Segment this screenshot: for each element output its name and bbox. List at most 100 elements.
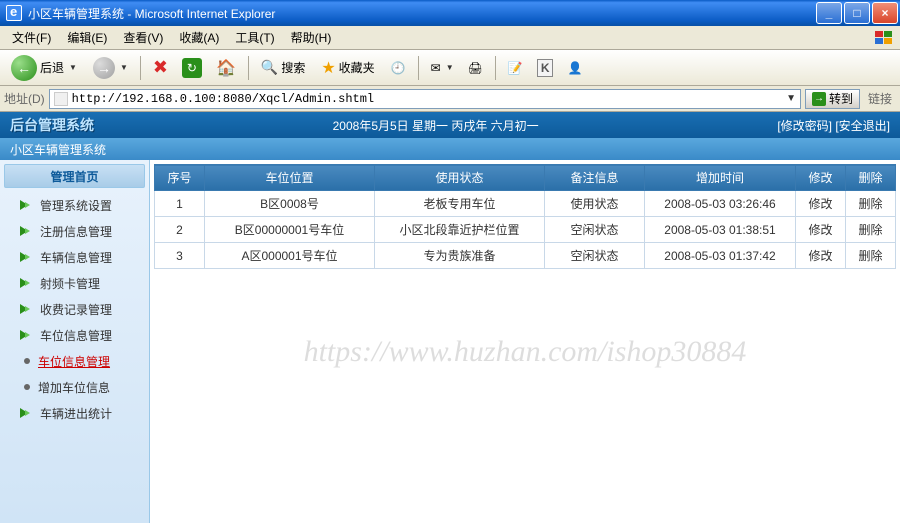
- address-label: 地址(D): [4, 90, 45, 107]
- search-button[interactable]: 🔍 搜索: [256, 54, 312, 82]
- cell-status: 专为贵族准备: [375, 243, 545, 269]
- app-header: 后台管理系统 2008年5月5日 星期一 丙戌年 六月初一 [修改密码] [安全…: [0, 112, 900, 138]
- mail-button[interactable]: ✉▼: [426, 54, 459, 82]
- cell-addtime: 2008-05-03 03:26:46: [645, 191, 796, 217]
- address-bar: 地址(D) ▼ → 转到 链接: [0, 86, 900, 112]
- nav-home[interactable]: 管理首页: [4, 164, 145, 188]
- edit-link[interactable]: 修改: [796, 217, 846, 243]
- delete-link[interactable]: 删除: [846, 243, 896, 269]
- menu-favorites[interactable]: 收藏(A): [171, 26, 227, 49]
- delete-link[interactable]: 删除: [846, 191, 896, 217]
- page-icon: [54, 92, 68, 106]
- messenger-button[interactable]: 👤: [562, 54, 587, 82]
- edit-button[interactable]: 📝: [503, 54, 528, 82]
- nav-rfid-card[interactable]: 射频卡管理: [0, 270, 149, 296]
- col-delete: 删除: [846, 165, 896, 191]
- discuss-button[interactable]: K: [532, 54, 559, 82]
- col-note: 备注信息: [545, 165, 645, 191]
- messenger-icon: 👤: [567, 61, 582, 75]
- app-logo: 后台管理系统: [10, 115, 94, 135]
- favorites-button[interactable]: ★ 收藏夹: [316, 54, 381, 82]
- mail-icon: ✉: [431, 61, 441, 75]
- maximize-button[interactable]: □: [844, 2, 870, 24]
- app-header-links: [修改密码] [安全退出]: [777, 117, 890, 134]
- cell-location: B区00000001号车位: [205, 217, 375, 243]
- back-icon: ←: [11, 55, 37, 81]
- cell-note: 使用状态: [545, 191, 645, 217]
- cell-note: 空闲状态: [545, 243, 645, 269]
- links-label[interactable]: 链接: [864, 90, 896, 107]
- nav-vehicle-inout-stats[interactable]: 车辆进出统计: [0, 400, 149, 426]
- address-box[interactable]: ▼: [49, 89, 801, 109]
- nav-add-parking[interactable]: 增加车位信息: [0, 374, 149, 400]
- menu-help[interactable]: 帮助(H): [283, 26, 340, 49]
- print-button[interactable]: 🖨: [463, 54, 488, 82]
- cell-addtime: 2008-05-03 01:37:42: [645, 243, 796, 269]
- star-icon: ★: [321, 58, 335, 78]
- table-row: 3A区000001号车位专为贵族准备空闲状态2008-05-03 01:37:4…: [155, 243, 896, 269]
- col-seq: 序号: [155, 165, 205, 191]
- window-titlebar: 小区车辆管理系统 - Microsoft Internet Explorer _…: [0, 0, 900, 26]
- bullet-icon: [24, 358, 30, 364]
- window-controls: _ □ ×: [816, 0, 900, 26]
- edit-link[interactable]: 修改: [796, 243, 846, 269]
- change-password-link[interactable]: [修改密码]: [777, 119, 832, 133]
- forward-button[interactable]: → ▼: [88, 54, 133, 82]
- go-label: 转到: [829, 90, 853, 107]
- nav-system-settings[interactable]: 管理系统设置: [0, 192, 149, 218]
- app-subtitle: 小区车辆管理系统: [10, 141, 106, 158]
- toolbar-separator: [248, 56, 249, 80]
- refresh-button[interactable]: ↻: [177, 54, 207, 82]
- safe-exit-link[interactable]: [安全退出]: [835, 119, 890, 133]
- cell-location: B区0008号: [205, 191, 375, 217]
- cell-seq: 1: [155, 191, 205, 217]
- arrow-icon: [20, 200, 34, 210]
- history-icon: 🕘: [391, 61, 406, 75]
- close-button[interactable]: ×: [872, 2, 898, 24]
- nav-register-info[interactable]: 注册信息管理: [0, 218, 149, 244]
- menu-tools[interactable]: 工具(T): [227, 26, 282, 49]
- forward-icon: →: [93, 57, 115, 79]
- discuss-icon: K: [537, 59, 554, 77]
- arrow-icon: [20, 278, 34, 288]
- toolbar-separator: [140, 56, 141, 80]
- cell-status: 小区北段靠近护栏位置: [375, 217, 545, 243]
- search-label: 搜索: [281, 59, 305, 76]
- arrow-icon: [20, 408, 34, 418]
- app-date: 2008年5月5日 星期一 丙戌年 六月初一: [94, 117, 777, 134]
- ie-icon: [6, 5, 22, 21]
- nav-parking-info[interactable]: 车位信息管理: [0, 322, 149, 348]
- sidebar: 管理首页 管理系统设置 注册信息管理 车辆信息管理 射频卡管理 收费记录管理 车…: [0, 160, 150, 523]
- minimize-button[interactable]: _: [816, 2, 842, 24]
- back-button[interactable]: ← 后退 ▼: [6, 54, 84, 82]
- app-subheader: 小区车辆管理系统: [0, 138, 900, 160]
- arrow-icon: [20, 226, 34, 236]
- nav-vehicle-info[interactable]: 车辆信息管理: [0, 244, 149, 270]
- nav-parking-info-manage[interactable]: 车位信息管理: [0, 348, 149, 374]
- delete-link[interactable]: 删除: [846, 217, 896, 243]
- stop-button[interactable]: ✖: [148, 54, 173, 82]
- col-edit: 修改: [796, 165, 846, 191]
- page-content: 后台管理系统 2008年5月5日 星期一 丙戌年 六月初一 [修改密码] [安全…: [0, 112, 900, 523]
- search-icon: 🔍: [261, 59, 278, 76]
- favorites-label: 收藏夹: [339, 59, 375, 76]
- edit-icon: 📝: [508, 61, 523, 75]
- stop-icon: ✖: [153, 57, 168, 78]
- home-button[interactable]: 🏠: [211, 54, 241, 82]
- menu-view[interactable]: 查看(V): [115, 26, 171, 49]
- cell-note: 空闲状态: [545, 217, 645, 243]
- menu-file[interactable]: 文件(F): [4, 26, 59, 49]
- address-input[interactable]: [72, 92, 786, 106]
- menu-edit[interactable]: 编辑(E): [59, 26, 115, 49]
- back-label: 后退: [40, 59, 64, 76]
- go-button[interactable]: → 转到: [805, 89, 860, 109]
- windows-logo-icon: [872, 28, 896, 48]
- edit-link[interactable]: 修改: [796, 191, 846, 217]
- nav-fee-records[interactable]: 收费记录管理: [0, 296, 149, 322]
- table-row: 2B区00000001号车位小区北段靠近护栏位置空闲状态2008-05-03 0…: [155, 217, 896, 243]
- address-dropdown-icon[interactable]: ▼: [786, 93, 796, 104]
- cell-addtime: 2008-05-03 01:38:51: [645, 217, 796, 243]
- browser-toolbar: ← 后退 ▼ → ▼ ✖ ↻ 🏠 🔍 搜索 ★ 收藏夹 🕘 ✉▼ 🖨 📝 K 👤: [0, 50, 900, 86]
- history-button[interactable]: 🕘: [386, 54, 411, 82]
- col-status: 使用状态: [375, 165, 545, 191]
